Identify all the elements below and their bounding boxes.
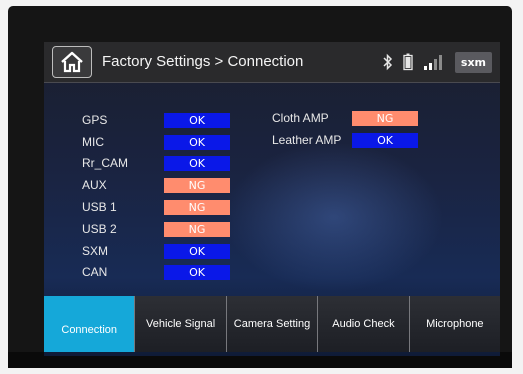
status-label: AUX [82,178,107,192]
tab-label: Camera Setting [233,318,311,330]
battery-icon [403,53,413,71]
tab-label: Vehicle Signal [146,318,216,330]
tab-label: Audio Check [332,318,395,330]
status-row-aux: AUX NG [82,177,230,193]
status-badge: OK [164,112,230,128]
status-row-usb-1: USB 1 NG [82,199,230,215]
status-row-gps: GPS OK [82,112,230,128]
status-label: Cloth AMP [272,111,329,125]
status-label: Leather AMP [272,133,342,147]
status-badge: NG [352,110,418,126]
head-unit-screen: Factory Settings > Connection sxm GPS OK [44,42,500,356]
header-bar: Factory Settings > Connection sxm [44,42,500,83]
home-icon [61,51,83,73]
status-icons: sxm [383,48,492,76]
tab-label: Connection [61,324,118,336]
status-row-leather-amp: Leather AMP OK [272,132,418,148]
status-badge: OK [164,243,230,259]
status-badge: NG [164,199,230,215]
tab-audio-check[interactable]: Audio Check [317,296,409,352]
status-label: GPS [82,113,108,127]
status-row-rr-cam: Rr_CAM OK [82,155,230,171]
signal-icon [423,55,442,70]
tab-label: Microphone [426,318,484,330]
sxm-icon: sxm [454,51,492,73]
status-badge: OK [164,134,230,150]
tab-vehicle-signal[interactable]: Vehicle Signal [134,296,226,352]
status-badge: NG [164,221,230,237]
tab-connection[interactable]: Connection [44,296,135,352]
status-label: USB 2 [82,222,117,236]
status-row-can: CAN OK [82,264,230,280]
bluetooth-icon [383,53,392,71]
status-label: SXM [82,244,109,258]
status-badge: NG [164,177,230,193]
status-badge: OK [352,132,418,148]
status-row-mic: MIC OK [82,134,230,150]
home-button[interactable] [52,46,92,78]
page-title: Factory Settings > Connection [102,53,304,70]
status-row-sxm: SXM OK [82,243,230,259]
bottom-tab-bar: Connection Vehicle Signal Camera Setting… [44,296,500,352]
status-label: Rr_CAM [82,156,129,170]
status-row-usb-2: USB 2 NG [82,221,230,237]
status-badge: OK [164,264,230,280]
status-badge: OK [164,155,230,171]
status-label: MIC [82,135,104,149]
status-label: CAN [82,265,108,279]
status-row-cloth-amp: Cloth AMP NG [272,110,418,126]
background-glow [224,142,444,292]
tab-microphone[interactable]: Microphone [408,296,500,352]
tab-camera-setting[interactable]: Camera Setting [225,296,318,352]
status-label: USB 1 [82,200,117,214]
